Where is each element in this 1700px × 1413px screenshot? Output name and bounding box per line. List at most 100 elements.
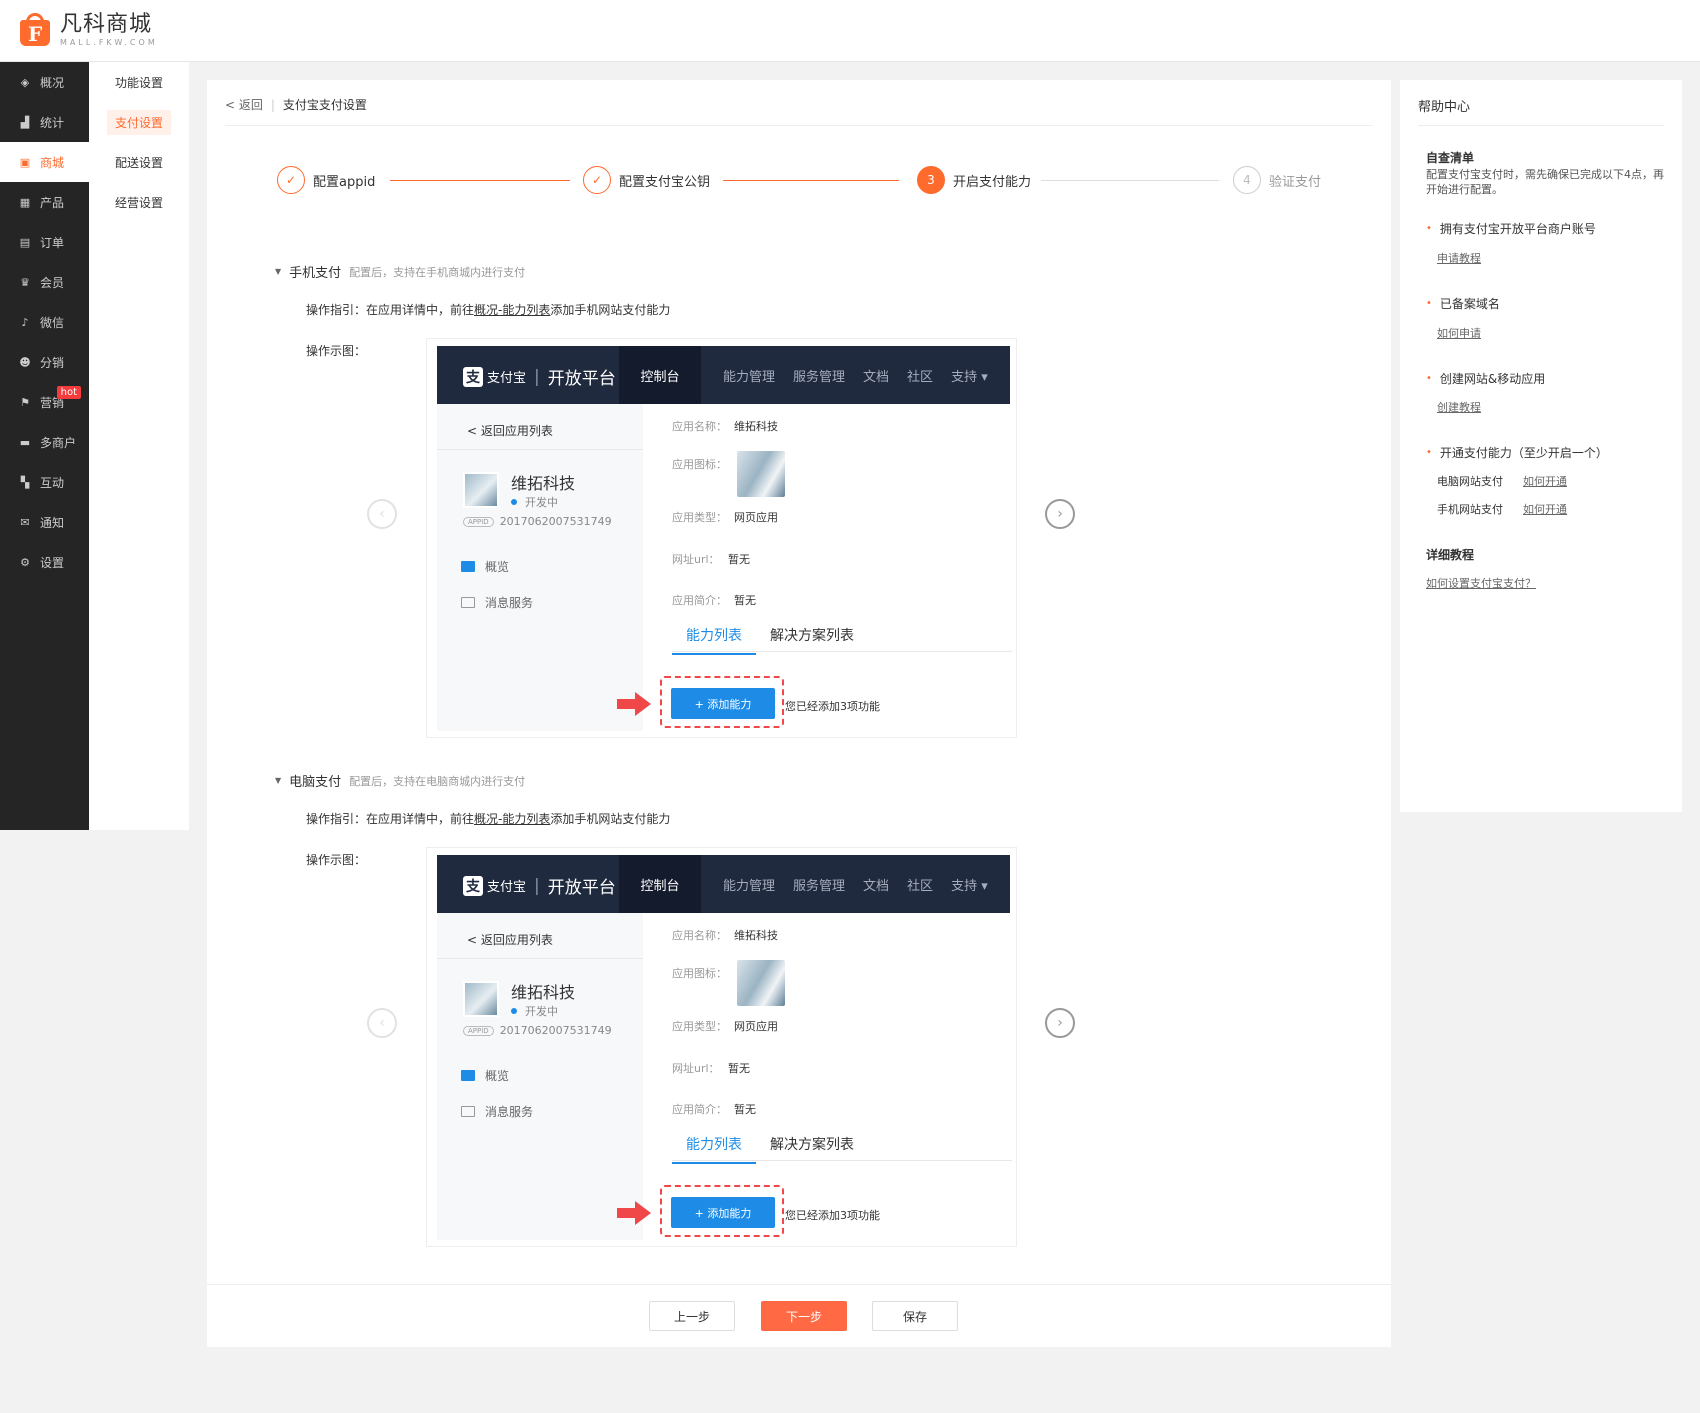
sidebar-item-notify[interactable]: ✉ 通知: [0, 502, 89, 542]
sidebar-item-settings[interactable]: ⚙ 设置: [0, 542, 89, 582]
sidebar-item-orders[interactable]: ▤ 订单: [0, 222, 89, 262]
tutorial-link[interactable]: 如何设置支付宝支付？: [1426, 575, 1536, 591]
apps-icon: ▚: [20, 475, 30, 489]
step-number: 3: [917, 166, 945, 194]
sidebar-item-shop[interactable]: ▣ 商城: [0, 142, 89, 182]
step-connector: [1041, 180, 1219, 181]
breadcrumb-separator: |: [270, 97, 275, 112]
chart-icon: ▟: [20, 115, 30, 129]
top-header: F 凡科商城 MALL.FKW.COM: [0, 0, 1700, 62]
step-1: ✓ 配置appid: [277, 166, 375, 194]
subnav-item-payment[interactable]: 支付设置: [89, 102, 189, 142]
divider: [1418, 125, 1664, 126]
alipay-logo: 支支付宝 | 开放平台: [463, 364, 616, 389]
next-step-button[interactable]: 下一步: [761, 1301, 847, 1331]
shopping-bag-logo-icon: F: [18, 12, 54, 48]
caret-down-icon: ▼: [275, 267, 282, 276]
demo-label: 操作示图：: [306, 344, 367, 358]
step-connector: [723, 180, 899, 181]
layers-icon: ◈: [20, 75, 30, 89]
create-tutorial-link[interactable]: 创建教程: [1437, 399, 1481, 415]
primary-sidebar: ◈ 概况 ▟ 统计 ▣ 商城 ▦ 产品 ▤ 订单 ♛ 会员 ♪ 微信 ☻ 分销 ⚑ 营销 hot ▬…: [0, 62, 89, 830]
tutorial-title: 详细教程: [1426, 548, 1475, 562]
clipboard-icon: ▤: [19, 235, 31, 249]
brand-domain: MALL.FKW.COM: [60, 38, 158, 47]
apply-tutorial-link[interactable]: 申请教程: [1437, 250, 1481, 266]
sidebar-item-marketing[interactable]: ⚑ 营销 hot: [0, 382, 89, 422]
how-to-open-link[interactable]: 如何开通: [1523, 501, 1567, 517]
prev-step-button[interactable]: 上一步: [649, 1301, 735, 1331]
app-icon-image: [737, 451, 785, 497]
carousel-prev-button[interactable]: ‹: [367, 1008, 397, 1038]
capability-row: 手机网站支付 如何开通: [1437, 501, 1567, 517]
guide-text: 操作指引：在应用详情中，前往概况-能力列表添加手机网站支付能力: [306, 303, 671, 317]
mail-icon: ✉: [20, 515, 30, 529]
brand-name: 凡科商城: [60, 12, 153, 37]
demo-screenshot: 支支付宝 | 开放平台 控制台 能力管理 服务管理 文档 社区 支持 ▾ < 返回应用列表 …: [426, 847, 1017, 1247]
sidebar-item-distribution[interactable]: ☻ 分销: [0, 342, 89, 382]
checklist-item: • 开通支付能力（至少开启一个）: [1426, 446, 1608, 460]
sidebar-item-overview[interactable]: ◈ 概况: [0, 62, 89, 102]
step-4: 4 验证支付: [1233, 166, 1321, 194]
crown-icon: ♛: [20, 275, 30, 289]
divider: [207, 1284, 1391, 1285]
sidebar-item-interaction[interactable]: ▚ 互动: [0, 462, 89, 502]
sidebar-item-multi-merchant[interactable]: ▬ 多商户: [0, 422, 89, 462]
gear-icon: ⚙: [20, 555, 30, 569]
shop-icon: ▣: [19, 155, 31, 169]
how-to-apply-link[interactable]: 如何申请: [1437, 325, 1481, 341]
check-icon: ✓: [583, 166, 611, 194]
section-title-mobile[interactable]: ▼ 手机支付 配置后，支持在手机商城内进行支付: [275, 262, 525, 282]
carousel-prev-button[interactable]: ‹: [367, 499, 397, 529]
checklist-item: • 创建网站&移动应用: [1426, 372, 1546, 386]
capability-list-link[interactable]: 概况-能力列表: [474, 812, 550, 826]
users-icon: ☻: [19, 355, 31, 369]
alipay-header: 支支付宝 | 开放平台 控制台 能力管理 服务管理 文档 社区 支持 ▾: [437, 855, 1010, 913]
step-number: 4: [1233, 166, 1261, 194]
step-connector: [390, 180, 570, 181]
message-icon: [461, 597, 475, 608]
app-icon-image: [737, 960, 785, 1006]
app-image: [463, 472, 499, 508]
help-panel: 帮助中心 自查清单 配置支付宝支付时，需先确保已完成以下4点，再开始进行配置。 …: [1400, 80, 1682, 812]
message-icon: [461, 1106, 475, 1117]
grid-icon: ▦: [19, 195, 31, 209]
flag-icon: ⚑: [20, 395, 30, 409]
brand-logo[interactable]: F 凡科商城 MALL.FKW.COM: [18, 12, 158, 48]
checklist-item: • 拥有支付宝开放平台商户账号: [1426, 222, 1596, 236]
main-panel: < 返回 | 支付宝支付设置 ✓ 配置appid ✓ 配置支付宝公钥 3 开启支…: [207, 80, 1391, 1347]
help-title: 帮助中心: [1418, 100, 1471, 115]
check-icon: ✓: [277, 166, 305, 194]
caret-down-icon: ▼: [275, 776, 282, 785]
subnav-item-delivery[interactable]: 配送设置: [89, 142, 189, 182]
back-link[interactable]: < 返回: [225, 96, 263, 113]
checklist-desc: 配置支付宝支付时，需先确保已完成以下4点，再开始进行配置。: [1426, 168, 1664, 196]
save-button[interactable]: 保存: [872, 1301, 958, 1331]
breadcrumb: < 返回 | 支付宝支付设置: [225, 96, 367, 113]
progress-steps: ✓ 配置appid ✓ 配置支付宝公钥 3 开启支付能力 4 验证支付: [277, 166, 1337, 196]
alipay-icon: 支: [463, 875, 483, 896]
subnav-item-function[interactable]: 功能设置: [89, 62, 189, 102]
sidebar-item-wechat[interactable]: ♪ 微信: [0, 302, 89, 342]
app-image: [463, 981, 499, 1017]
store-icon: ▬: [19, 435, 31, 449]
sidebar-item-members[interactable]: ♛ 会员: [0, 262, 89, 302]
section-title-desktop[interactable]: ▼ 电脑支付 配置后，支持在电脑商城内进行支付: [275, 771, 525, 791]
secondary-sidebar: 功能设置 支付设置 配送设置 经营设置: [89, 62, 189, 830]
carousel-next-button[interactable]: ›: [1045, 499, 1075, 529]
guide-text: 操作指引：在应用详情中，前往概况-能力列表添加手机网站支付能力: [306, 812, 671, 826]
capability-row: 电脑网站支付 如何开通: [1437, 473, 1567, 489]
monitor-icon: [461, 1070, 475, 1081]
demo-screenshot: 支支付宝 | 开放平台 控制台 能力管理 服务管理 文档 社区 支持 ▾ < 返回应用列表 …: [426, 338, 1017, 738]
sidebar-item-products[interactable]: ▦ 产品: [0, 182, 89, 222]
checklist-item: • 已备案域名: [1426, 297, 1500, 311]
alipay-icon: 支: [463, 366, 483, 387]
sidebar-item-stats[interactable]: ▟ 统计: [0, 102, 89, 142]
divider: [225, 125, 1373, 126]
monitor-icon: [461, 561, 475, 572]
capability-list-link[interactable]: 概况-能力列表: [474, 303, 550, 317]
subnav-item-business[interactable]: 经营设置: [89, 182, 189, 222]
carousel-next-button[interactable]: ›: [1045, 1008, 1075, 1038]
alipay-logo: 支支付宝 | 开放平台: [463, 873, 616, 898]
how-to-open-link[interactable]: 如何开通: [1523, 473, 1567, 489]
